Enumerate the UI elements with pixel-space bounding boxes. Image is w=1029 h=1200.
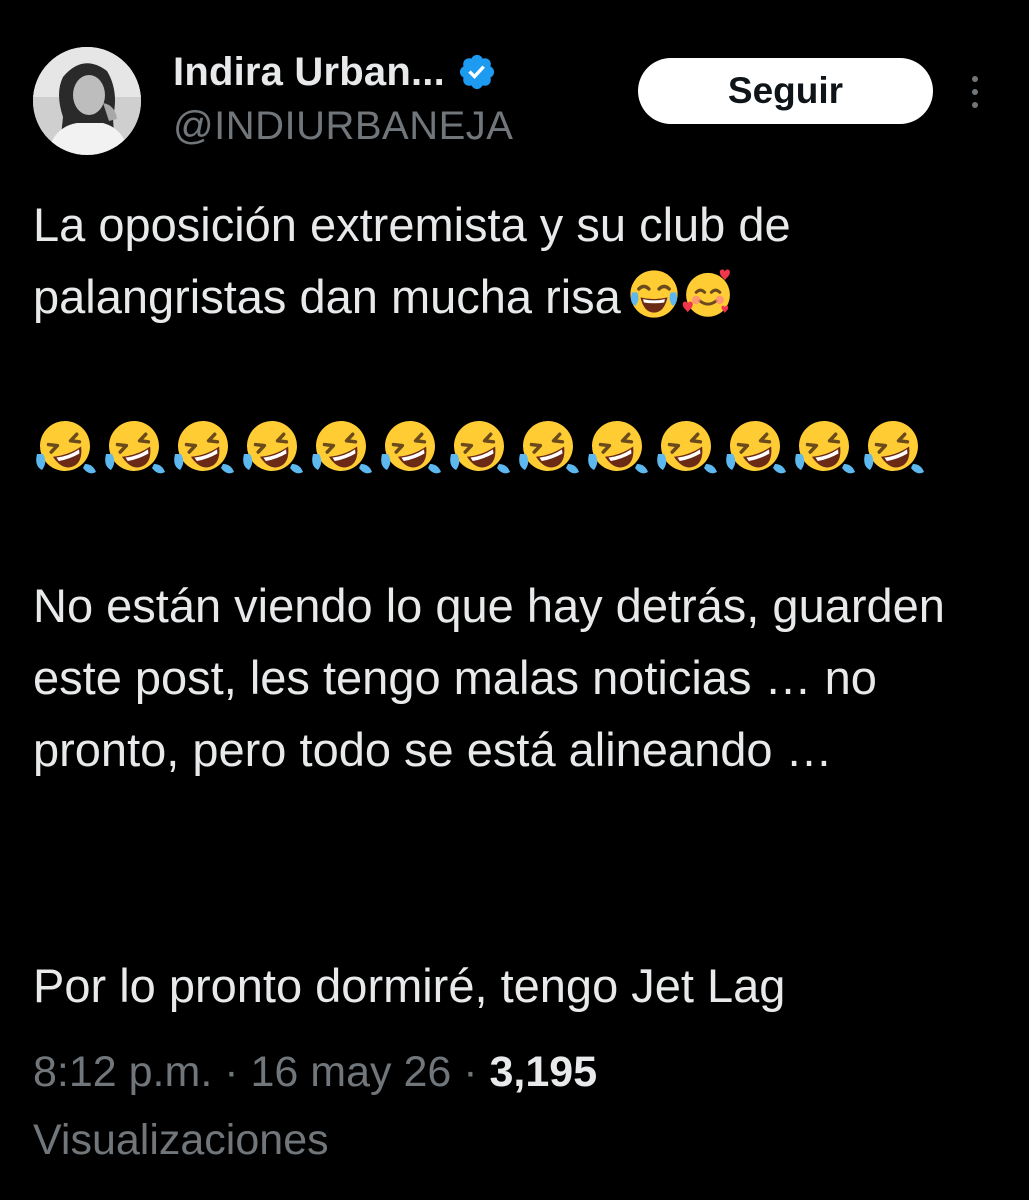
more-vertical-icon — [972, 89, 978, 95]
rolling-on-the-floor-laughing-icon — [654, 414, 718, 478]
views-count[interactable]: 3,195 — [490, 1048, 598, 1096]
rofl-emoji-row — [33, 414, 925, 478]
tweet: Indira Urban... @INDIURBANEJA Seguir La … — [0, 0, 1029, 1200]
rolling-on-the-floor-laughing-icon — [171, 414, 235, 478]
verified-badge-icon — [457, 52, 497, 92]
tweet-text-paragraph-4: Por lo pronto dormiré, tengo Jet Lag — [33, 959, 786, 1012]
rolling-on-the-floor-laughing-icon — [309, 414, 373, 478]
tweet-time[interactable]: 8:12 p.m. — [33, 1048, 212, 1096]
rolling-on-the-floor-laughing-icon — [33, 414, 97, 478]
more-options-button[interactable] — [958, 64, 992, 120]
tweet-date[interactable]: 16 may 26 — [250, 1048, 451, 1096]
rolling-on-the-floor-laughing-icon — [240, 414, 304, 478]
author-handle[interactable]: @INDIURBANEJA — [173, 104, 513, 149]
rolling-on-the-floor-laughing-icon — [378, 414, 442, 478]
avatar-photo-icon — [33, 47, 141, 155]
rolling-on-the-floor-laughing-icon — [447, 414, 511, 478]
views-label[interactable]: Visualizaciones — [33, 1108, 329, 1172]
tweet-meta: 8:12 p.m. · 16 may 26 · 3,195 — [33, 1040, 597, 1104]
rolling-on-the-floor-laughing-icon — [723, 414, 787, 478]
rolling-on-the-floor-laughing-icon — [792, 414, 856, 478]
more-vertical-icon — [972, 76, 978, 82]
face-with-tears-of-joy-icon — [627, 267, 735, 341]
smiling-face-with-hearts-icon — [682, 269, 730, 317]
meta-separator: · — [451, 1048, 490, 1096]
rolling-on-the-floor-laughing-icon — [102, 414, 166, 478]
rolling-on-the-floor-laughing-icon — [861, 414, 925, 478]
rolling-on-the-floor-laughing-icon — [516, 414, 580, 478]
follow-button[interactable]: Seguir — [638, 58, 933, 124]
meta-separator: · — [212, 1048, 251, 1096]
tweet-text-paragraph-3: No están viendo lo que hay detrás, guard… — [33, 579, 958, 776]
rolling-on-the-floor-laughing-icon — [585, 414, 649, 478]
avatar[interactable] — [33, 47, 141, 155]
author-display-name[interactable]: Indira Urban... — [173, 50, 445, 95]
more-vertical-icon — [972, 102, 978, 108]
tweet-text-paragraph-1: La oposición extremista y su club de pal… — [33, 189, 1013, 341]
author-name-row[interactable]: Indira Urban... — [173, 44, 497, 100]
